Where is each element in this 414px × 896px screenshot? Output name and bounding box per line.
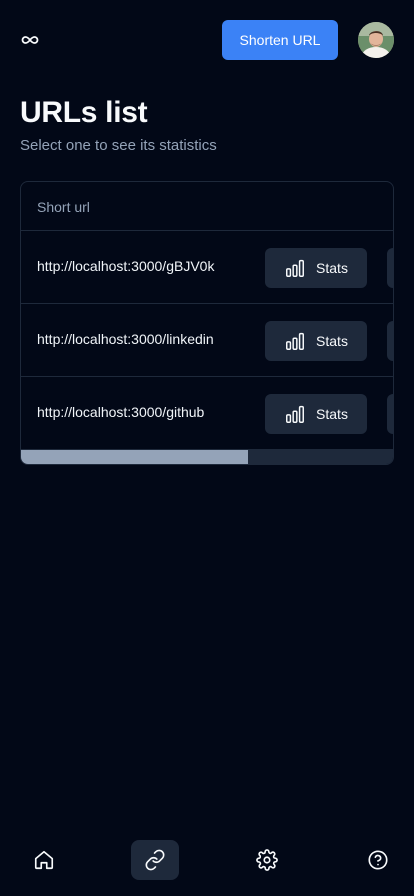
horizontal-scrollbar[interactable] [21, 450, 393, 464]
short-url-text: http://localhost:3000/github [37, 404, 205, 420]
table-row[interactable]: http://localhost:3000/gBJV0k Stats [21, 231, 393, 304]
app-root: Shorten URL URLs list Select one to see … [0, 0, 414, 896]
short-url-text: http://localhost:3000/linkedin [37, 331, 214, 347]
page-title: URLs list [20, 96, 148, 129]
urls-table: Short url http://localhost:3000/gBJV0k S… [20, 181, 394, 465]
row-action-button[interactable] [387, 248, 393, 288]
nav-links[interactable] [131, 840, 179, 880]
help-circle-icon [368, 850, 388, 870]
short-url-text: http://localhost:3000/gBJV0k [37, 258, 215, 274]
top-header: Shorten URL [0, 0, 414, 80]
table-header: Short url [21, 182, 393, 231]
user-avatar[interactable] [358, 22, 394, 58]
nav-help[interactable] [354, 840, 402, 880]
stats-button-label: Stats [316, 333, 348, 349]
gear-icon [256, 849, 278, 871]
table-row[interactable]: http://localhost:3000/linkedin Stats [21, 304, 393, 377]
nav-settings[interactable] [243, 840, 291, 880]
column-header-short-url: Short url [37, 199, 90, 215]
home-icon [34, 850, 54, 870]
bar-chart-icon [286, 405, 305, 423]
row-action-button[interactable] [387, 321, 393, 361]
stats-button-label: Stats [316, 406, 348, 422]
shorten-url-button[interactable]: Shorten URL [222, 20, 338, 60]
table-row[interactable]: http://localhost:3000/github Stats [21, 377, 393, 450]
link-icon [145, 849, 165, 871]
stats-button-label: Stats [316, 260, 348, 276]
bar-chart-icon [286, 259, 305, 277]
bottom-nav [0, 836, 414, 896]
stats-button[interactable]: Stats [265, 394, 367, 434]
avatar-image [358, 22, 394, 58]
nav-home[interactable] [20, 840, 68, 880]
stats-button[interactable]: Stats [265, 321, 367, 361]
scrollbar-thumb[interactable] [21, 450, 248, 464]
bar-chart-icon [286, 332, 305, 350]
infinity-icon[interactable] [19, 31, 41, 49]
row-action-button[interactable] [387, 394, 393, 434]
page-subtitle: Select one to see its statistics [20, 137, 217, 154]
stats-button[interactable]: Stats [265, 248, 367, 288]
